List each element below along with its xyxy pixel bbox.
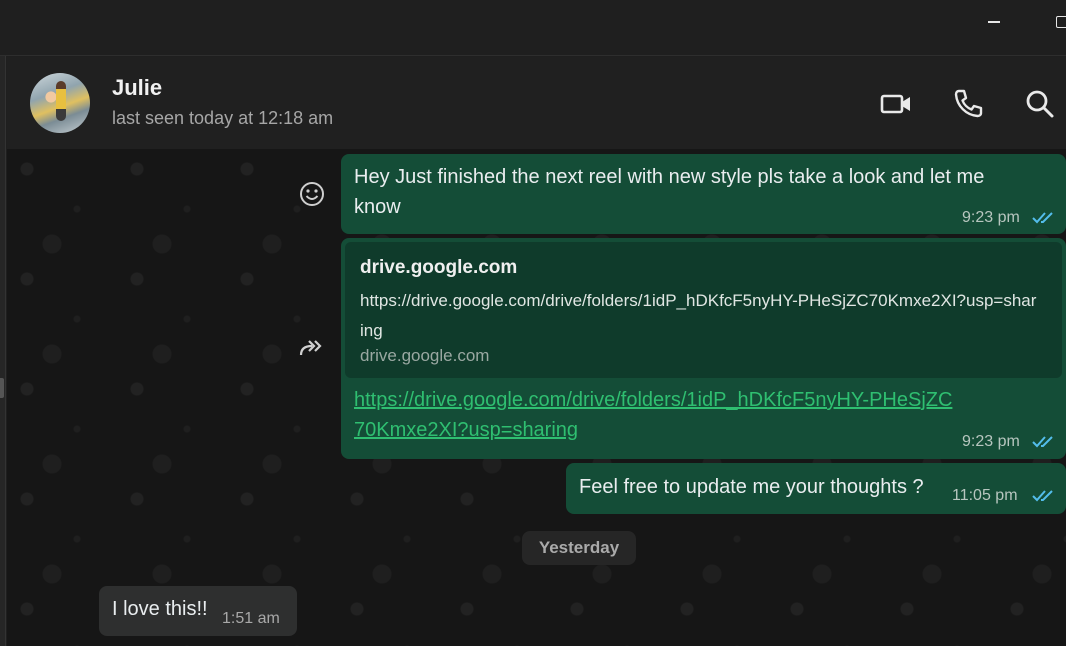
- search-icon[interactable]: [1023, 87, 1057, 121]
- message-time: 9:23 pm: [962, 209, 1020, 226]
- date-divider: Yesterday: [522, 531, 636, 565]
- link-preview-card[interactable]: drive.google.com https://drive.google.co…: [345, 242, 1062, 378]
- last-seen-status: last seen today at 12:18 am: [112, 108, 334, 128]
- message-bubble-outgoing[interactable]: Hey Just finished the next reel with new…: [341, 154, 1066, 234]
- message-text: Feel free to update me your thoughts ?: [579, 476, 924, 498]
- forward-icon[interactable]: [298, 335, 326, 363]
- message-bubble-outgoing[interactable]: drive.google.com https://drive.google.co…: [341, 238, 1066, 459]
- emoji-react-icon[interactable]: [298, 180, 326, 208]
- minimize-icon[interactable]: [988, 21, 1000, 23]
- message-text: I love this!!: [112, 598, 208, 620]
- link-preview-description: https://drive.google.com/drive/folders/1…: [360, 291, 1037, 340]
- avatar-figure: [56, 81, 66, 121]
- contact-name[interactable]: Julie: [112, 75, 162, 101]
- maximize-icon[interactable]: [1056, 16, 1066, 28]
- message-time: 11:05 pm: [952, 487, 1018, 504]
- avatar[interactable]: [30, 73, 90, 133]
- sidebar-edge: [0, 56, 6, 646]
- message-text: know: [354, 196, 401, 218]
- message-time: 9:23 pm: [962, 433, 1020, 450]
- link-preview-domain: drive.google.com: [360, 346, 490, 365]
- read-ticks-icon: [1032, 489, 1056, 503]
- read-ticks-icon: [1032, 211, 1056, 225]
- window-titlebar: [0, 0, 1066, 56]
- message-link[interactable]: https://drive.google.com/drive/folders/1…: [354, 385, 954, 445]
- message-bubble-outgoing[interactable]: Feel free to update me your thoughts ? 1…: [566, 463, 1066, 514]
- link-preview-title: drive.google.com: [360, 257, 518, 278]
- chat-header[interactable]: Julie last seen today at 12:18 am: [7, 57, 1066, 149]
- video-call-icon[interactable]: [879, 87, 913, 121]
- read-ticks-icon: [1032, 435, 1056, 449]
- message-bubble-incoming[interactable]: I love this!! 1:51 am: [99, 586, 297, 636]
- voice-call-icon[interactable]: [951, 87, 985, 121]
- resize-handle[interactable]: [0, 378, 4, 398]
- message-time: 1:51 am: [222, 610, 280, 627]
- message-text: Hey Just finished the next reel with new…: [354, 166, 985, 188]
